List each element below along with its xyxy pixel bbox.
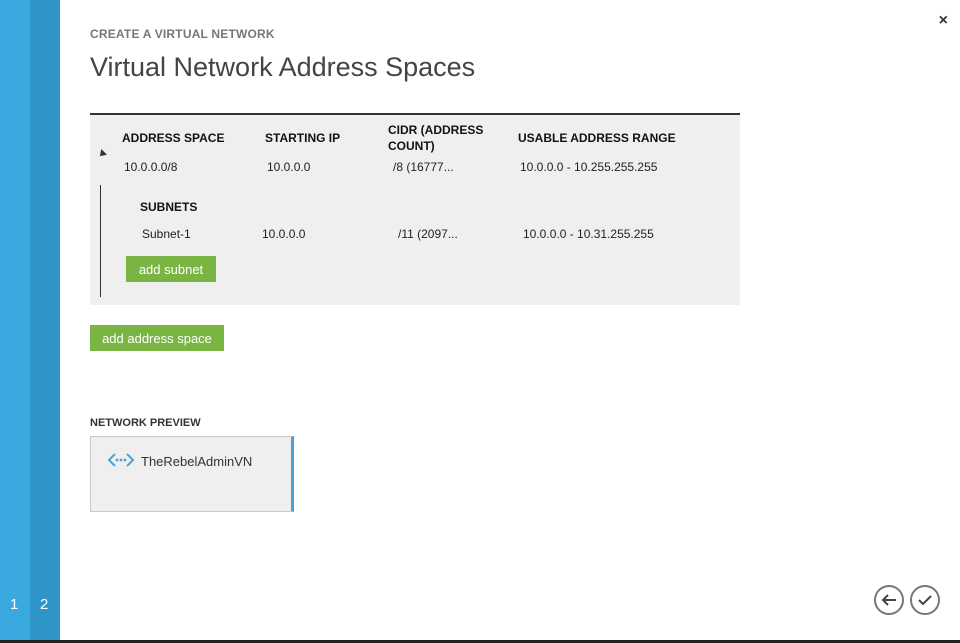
subnet-cidr[interactable]: /11 (2097... <box>398 227 458 241</box>
starting-ip-value[interactable]: 10.0.0.0 <box>267 160 310 174</box>
checkmark-icon <box>918 595 932 606</box>
vnet-name: TheRebelAdminVN <box>141 454 253 469</box>
collapse-toggle-icon[interactable] <box>97 149 107 159</box>
header-cidr: CIDR (ADDRESS COUNT) <box>388 122 483 154</box>
subnet-usable-range: 10.0.0.0 - 10.31.255.255 <box>523 227 654 241</box>
header-cidr-line2: COUNT) <box>388 139 435 153</box>
header-cidr-line1: CIDR (ADDRESS <box>388 123 484 137</box>
network-preview-label: NETWORK PREVIEW <box>90 417 201 429</box>
usable-range-value: 10.0.0.0 - 10.255.255.255 <box>520 160 658 174</box>
confirm-button[interactable] <box>910 585 940 615</box>
step-1-indicator[interactable]: 1 <box>10 596 18 613</box>
subnet-name[interactable]: Subnet-1 <box>142 227 191 241</box>
subnets-heading: SUBNETS <box>140 200 198 214</box>
header-address-space: ADDRESS SPACE <box>122 131 225 145</box>
cidr-value[interactable]: /8 (16777... <box>393 160 454 174</box>
wizard-rail-step2 <box>30 0 60 643</box>
address-space-value[interactable]: 10.0.0.0/8 <box>124 160 177 174</box>
back-button[interactable] <box>874 585 904 615</box>
address-space-panel: ADDRESS SPACE STARTING IP CIDR (ADDRESS … <box>90 113 740 305</box>
add-address-space-button[interactable]: add address space <box>90 325 224 351</box>
step-2-indicator[interactable]: 2 <box>40 596 48 613</box>
page-title: Virtual Network Address Spaces <box>90 52 476 82</box>
close-icon[interactable]: × <box>939 12 948 30</box>
subnet-starting-ip[interactable]: 10.0.0.0 <box>262 227 305 241</box>
add-subnet-button[interactable]: add subnet <box>126 256 216 282</box>
wizard-rail-step1 <box>0 0 30 643</box>
virtual-network-icon <box>107 453 135 467</box>
wizard-eyebrow: CREATE A VIRTUAL NETWORK <box>90 27 275 41</box>
subnet-group-divider <box>100 185 101 297</box>
header-usable-range: USABLE ADDRESS RANGE <box>518 131 676 145</box>
header-starting-ip: STARTING IP <box>265 131 341 145</box>
network-preview-tile: TheRebelAdminVN <box>90 436 294 512</box>
arrow-left-icon <box>881 594 896 606</box>
